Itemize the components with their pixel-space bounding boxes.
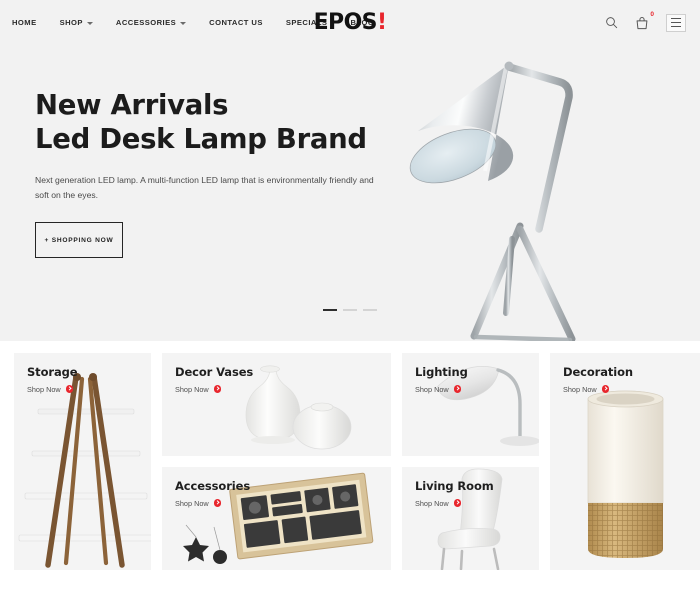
chevron-down-icon bbox=[180, 22, 187, 25]
category-card-decor-vases[interactable]: Decor Vases Shop Now bbox=[162, 353, 391, 456]
category-card-decoration[interactable]: Decoration Shop Now bbox=[550, 353, 700, 570]
category-title: Lighting bbox=[415, 365, 468, 379]
category-label: Living Room Shop Now bbox=[415, 479, 494, 508]
nav-item-shop[interactable]: SHOP bbox=[60, 18, 93, 27]
carousel-indicators bbox=[323, 309, 377, 311]
hero-lamp-image bbox=[402, 51, 612, 341]
nav-label: SHOP bbox=[59, 18, 83, 27]
nav-label: HOME bbox=[12, 18, 37, 27]
category-title: Decor Vases bbox=[175, 365, 254, 379]
category-title: Storage bbox=[27, 365, 78, 379]
arrow-circle-icon bbox=[213, 385, 222, 393]
hero-copy: New Arrivals Led Desk Lamp Brand Next ge… bbox=[35, 88, 395, 203]
search-button[interactable] bbox=[605, 16, 618, 29]
shop-now-link[interactable]: Shop Now bbox=[175, 385, 253, 394]
site-logo[interactable]: EPOS! bbox=[314, 10, 387, 35]
shopping-bag-icon bbox=[636, 16, 648, 29]
shop-now-label: Shop Now bbox=[415, 384, 449, 394]
shop-now-link[interactable]: Shop Now bbox=[27, 385, 77, 394]
logo-text: EPOS bbox=[313, 10, 378, 35]
category-title: Accessories bbox=[175, 479, 251, 493]
hero-title: New Arrivals Led Desk Lamp Brand bbox=[35, 88, 395, 156]
arrow-circle-icon bbox=[601, 385, 610, 393]
carousel-dot-2[interactable] bbox=[343, 309, 357, 311]
shop-now-link[interactable]: Shop Now bbox=[415, 385, 468, 394]
search-icon bbox=[606, 17, 618, 29]
shop-now-label: Shop Now bbox=[175, 498, 209, 508]
desk-lamp-illustration bbox=[409, 61, 576, 341]
category-card-accessories[interactable]: Accessories Shop Now bbox=[162, 467, 391, 570]
site-header: HOME SHOP ACCESSORIES CONTACT US SPECIAL… bbox=[0, 0, 700, 45]
category-label: Lighting Shop Now bbox=[415, 365, 468, 394]
arrow-circle-icon bbox=[65, 385, 74, 393]
shop-now-label: Shop Now bbox=[175, 384, 209, 394]
header-actions: 0 bbox=[605, 11, 686, 32]
shop-now-label: Shop Now bbox=[563, 384, 597, 394]
carousel-dot-1[interactable] bbox=[323, 309, 337, 311]
cart-button[interactable]: 0 bbox=[635, 11, 654, 30]
shop-now-link[interactable]: Shop Now bbox=[175, 499, 250, 508]
hero-title-line-2: Led Desk Lamp Brand bbox=[35, 123, 367, 156]
category-card-lighting[interactable]: Lighting Shop Now bbox=[402, 353, 539, 456]
category-label: Decoration Shop Now bbox=[563, 365, 634, 394]
arrow-circle-icon bbox=[213, 499, 222, 507]
hamburger-menu-button[interactable] bbox=[666, 13, 686, 32]
shop-now-link[interactable]: Shop Now bbox=[415, 499, 494, 508]
arrow-circle-icon bbox=[453, 385, 462, 393]
chevron-down-icon bbox=[86, 22, 93, 25]
nav-label: CONTACT US bbox=[209, 18, 263, 27]
logo-accent: ! bbox=[376, 10, 387, 35]
category-label: Decor Vases Shop Now bbox=[175, 365, 254, 394]
category-card-storage[interactable]: Storage Shop Now bbox=[14, 353, 151, 570]
hero-title-line-1: New Arrivals bbox=[35, 89, 229, 121]
shopping-now-button[interactable]: + Shopping Now bbox=[35, 222, 123, 258]
category-label: Storage Shop Now bbox=[27, 365, 78, 394]
nav-label: ACCESSORIES bbox=[115, 18, 177, 27]
nav-item-home[interactable]: HOME bbox=[12, 18, 37, 27]
shop-now-label: Shop Now bbox=[415, 498, 449, 508]
nav-item-accessories[interactable]: ACCESSORIES bbox=[115, 18, 187, 27]
hamburger-line bbox=[671, 25, 681, 27]
category-card-living-room[interactable]: Living Room Shop Now bbox=[402, 467, 539, 570]
hero-subtitle: Next generation LED lamp. A multi-functi… bbox=[35, 175, 374, 201]
shop-now-label: Shop Now bbox=[27, 384, 61, 394]
category-label: Accessories Shop Now bbox=[175, 479, 251, 508]
shop-now-link[interactable]: Shop Now bbox=[563, 385, 633, 394]
category-title: Decoration bbox=[563, 365, 634, 379]
nav-item-contact-us[interactable]: CONTACT US bbox=[209, 18, 263, 27]
hamburger-line bbox=[671, 18, 681, 20]
arrow-circle-icon bbox=[453, 499, 462, 507]
carousel-dot-3[interactable] bbox=[363, 309, 377, 311]
category-grid: Storage Shop Now Decor Vases Shop Now Li… bbox=[0, 341, 700, 570]
cart-count-badge: 0 bbox=[650, 10, 654, 18]
hamburger-line bbox=[671, 22, 681, 23]
hero-banner: New Arrivals Led Desk Lamp Brand Next ge… bbox=[0, 45, 700, 341]
category-title: Living Room bbox=[415, 479, 494, 493]
